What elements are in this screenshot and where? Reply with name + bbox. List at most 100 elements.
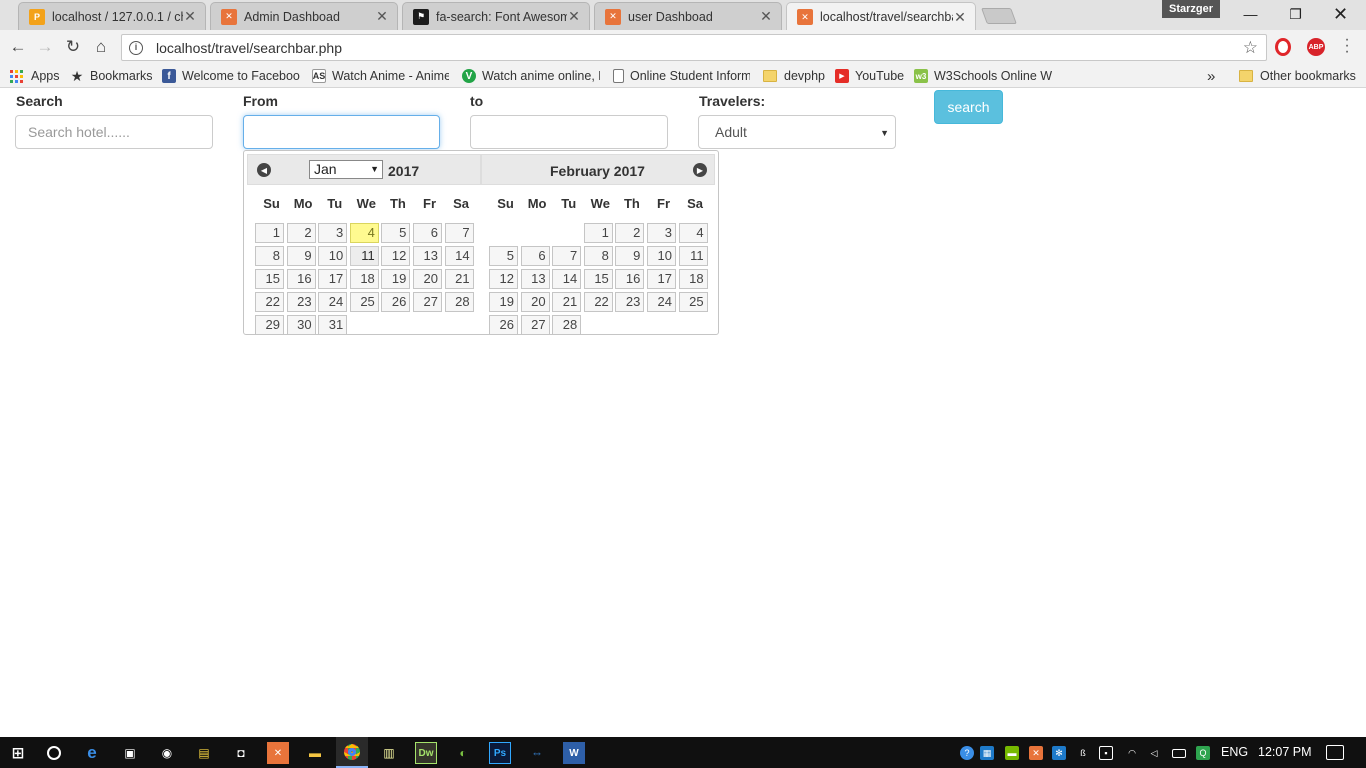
calendar-day[interactable]: 28: [552, 315, 582, 335]
close-window-icon[interactable]: ✕: [1318, 0, 1363, 28]
calendar-day[interactable]: 24: [647, 292, 676, 312]
address-url[interactable]: localhost/travel/searchbar.php: [156, 40, 342, 56]
xampp-tray-icon[interactable]: ✕: [1029, 746, 1043, 760]
close-icon[interactable]: ✕: [953, 9, 967, 26]
tab-user-dashboard[interactable]: ✕ user Dashboad ✕: [594, 2, 782, 30]
calendar-day[interactable]: 20: [413, 269, 442, 289]
edge-icon[interactable]: e: [81, 742, 103, 764]
close-icon[interactable]: ✕: [567, 8, 581, 25]
calendar-day[interactable]: 9: [286, 246, 316, 266]
calendar-day[interactable]: 17: [318, 269, 348, 289]
calendar-day[interactable]: 23: [286, 292, 316, 312]
tab-phpmyadmin[interactable]: P localhost / 127.0.0.1 / ch ✕: [18, 2, 206, 30]
search-button[interactable]: search: [934, 90, 1003, 124]
back-arrow-icon[interactable]: ←: [6, 35, 30, 59]
bookmark-watch-anime[interactable]: AS Watch Anime - Anime: [312, 67, 449, 85]
calendar-day[interactable]: 19: [489, 292, 518, 312]
chrome-icon[interactable]: [336, 737, 368, 768]
calendar-day[interactable]: 13: [413, 246, 442, 266]
tab-searchbar[interactable]: ✕ localhost/travel/searchba ✕: [786, 2, 976, 31]
utorrent-icon[interactable]: ◐: [452, 742, 474, 764]
calendar-day[interactable]: 27: [413, 292, 442, 312]
calendar-day[interactable]: 27: [520, 315, 550, 335]
calendar-day[interactable]: 4: [349, 223, 379, 243]
media-player-icon[interactable]: ◉: [156, 742, 178, 764]
battery-icon[interactable]: [1172, 749, 1186, 758]
calendar-day[interactable]: 25: [678, 292, 708, 312]
next-month-icon[interactable]: ▶: [693, 163, 707, 177]
calendar-day[interactable]: 23: [615, 292, 645, 312]
calendar-day[interactable]: 4: [678, 223, 708, 243]
calendar-day[interactable]: 21: [444, 269, 474, 289]
calendar-day[interactable]: 17: [647, 269, 676, 289]
calendar-day[interactable]: 19: [381, 269, 411, 289]
q-tray-icon[interactable]: Q: [1196, 746, 1210, 760]
forward-arrow-icon[interactable]: →: [33, 35, 57, 59]
calendar-day[interactable]: 11: [678, 246, 708, 266]
calendar-day[interactable]: 12: [381, 246, 411, 266]
calendar-day[interactable]: 15: [583, 269, 613, 289]
minimize-icon[interactable]: —: [1228, 0, 1273, 28]
calendar-day[interactable]: 11: [349, 246, 379, 266]
notepad-icon[interactable]: ▥: [378, 742, 400, 764]
language-indicator[interactable]: ENG: [1221, 745, 1248, 759]
calendar-day[interactable]: 1: [255, 223, 284, 243]
camera-icon[interactable]: ◘: [230, 742, 252, 764]
bookmark-devphp[interactable]: devphp: [763, 67, 825, 85]
calendar-day[interactable]: 31: [318, 315, 348, 335]
calendar-day[interactable]: 10: [647, 246, 676, 266]
bluetooth-tray-icon[interactable]: ß: [1076, 746, 1090, 760]
calendar-day[interactable]: 3: [647, 223, 676, 243]
cortana-icon[interactable]: [43, 742, 65, 764]
device-tray-icon[interactable]: ▪: [1099, 746, 1113, 760]
calendar-day[interactable]: 16: [615, 269, 645, 289]
calendar-day[interactable]: 10: [318, 246, 348, 266]
calendar-day[interactable]: 24: [318, 292, 348, 312]
calendar-day[interactable]: 5: [381, 223, 411, 243]
close-icon[interactable]: ✕: [759, 8, 773, 25]
file-explorer-icon[interactable]: ▬: [304, 742, 326, 764]
network-tray-icon[interactable]: ▦: [980, 746, 994, 760]
calendar-day[interactable]: 22: [583, 292, 613, 312]
bookmark-star-icon[interactable]: ☆: [1243, 38, 1258, 58]
bookmark-w3schools[interactable]: w3 W3Schools Online We: [914, 67, 1052, 85]
calendar-day[interactable]: 15: [255, 269, 284, 289]
search-hotel-input[interactable]: Search hotel......: [15, 115, 213, 149]
photoshop-icon[interactable]: Ps: [489, 742, 511, 764]
calendar-day[interactable]: 14: [444, 246, 474, 266]
calendar-day[interactable]: 30: [286, 315, 316, 335]
windows-start-icon[interactable]: ⊞: [7, 742, 29, 764]
calendar-day[interactable]: 21: [552, 292, 582, 312]
calendar-day[interactable]: 26: [381, 292, 411, 312]
info-icon[interactable]: i: [129, 40, 143, 55]
month-select[interactable]: Jan ▼: [309, 160, 383, 179]
bookmark-apps[interactable]: Apps: [10, 67, 60, 85]
calendar-day[interactable]: 22: [255, 292, 284, 312]
calendar-day[interactable]: 12: [489, 269, 518, 289]
calendar-day[interactable]: 7: [552, 246, 582, 266]
calendar-day[interactable]: 8: [255, 246, 284, 266]
calendar-day[interactable]: 6: [520, 246, 550, 266]
calendar-day[interactable]: 16: [286, 269, 316, 289]
calendar-day[interactable]: 6: [413, 223, 442, 243]
prev-month-icon[interactable]: ◀: [257, 163, 271, 177]
reload-icon[interactable]: ↻: [61, 35, 85, 59]
teamviewer-icon[interactable]: ⇔: [526, 742, 548, 764]
xampp-icon[interactable]: ✕: [267, 742, 289, 764]
tab-font-awesome[interactable]: ⚑ fa-search: Font Awesome ✕: [402, 2, 590, 30]
home-icon[interactable]: ⌂: [89, 35, 113, 59]
bookmark-facebook[interactable]: f Welcome to Facebook: [162, 67, 300, 85]
calendar-day[interactable]: 1: [583, 223, 613, 243]
adblock-extension-icon[interactable]: ABP: [1307, 38, 1325, 56]
bookmark-other-bookmarks[interactable]: Other bookmarks: [1239, 67, 1356, 85]
calendar-day[interactable]: 28: [444, 292, 474, 312]
calendar-day[interactable]: 29: [255, 315, 284, 335]
word-icon[interactable]: W: [563, 742, 585, 764]
calendar-day[interactable]: 26: [489, 315, 518, 335]
volume-muted-icon[interactable]: ◁: [1147, 746, 1161, 760]
calendar-day[interactable]: 20: [520, 292, 550, 312]
restore-icon[interactable]: ❐: [1273, 0, 1318, 28]
bookmark-bookmarks[interactable]: ★ Bookmarks: [70, 67, 153, 85]
calendar-day[interactable]: 14: [552, 269, 582, 289]
calendar-day[interactable]: 5: [489, 246, 518, 266]
